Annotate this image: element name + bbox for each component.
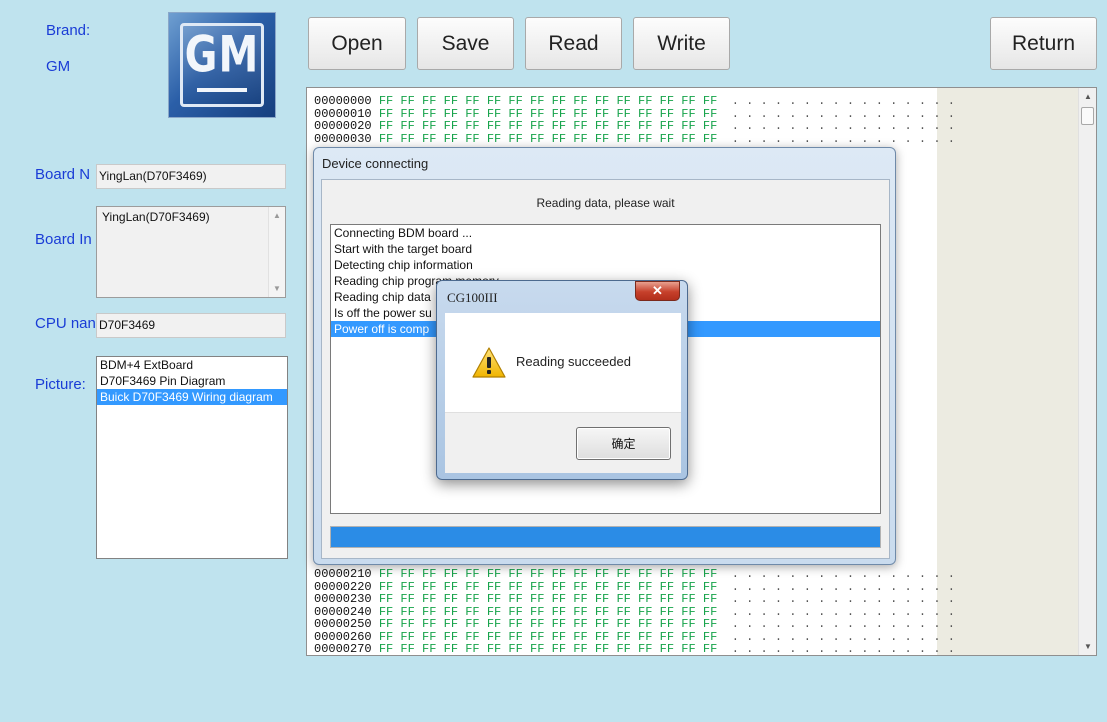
logo-underline — [197, 88, 247, 92]
progress-bar — [330, 526, 881, 548]
hex-address: 00000030 — [314, 131, 372, 146]
hex-scrollbar[interactable]: ▲ ▼ — [1078, 88, 1096, 655]
brand-label: Brand: — [46, 22, 91, 39]
gm-logo-icon: GM — [180, 23, 264, 107]
hex-address: 00000270 — [314, 642, 372, 656]
picture-listbox[interactable]: BDM+4 ExtBoard D70F3469 Pin Diagram Buick … — [96, 356, 288, 559]
board-info-scrollbar[interactable]: ▲ ▼ — [268, 207, 285, 297]
ok-button[interactable]: 确定 — [576, 427, 671, 460]
board-name-field[interactable]: YingLan(D70F3469) — [96, 164, 286, 189]
close-icon: ✕ — [652, 283, 663, 298]
open-button[interactable]: Open — [308, 17, 406, 70]
board-info-textarea[interactable]: YingLan(D70F3469) ▲ ▼ — [96, 206, 286, 298]
hex-empty-area — [937, 88, 1078, 655]
message-box-title: CG100III — [447, 290, 498, 305]
save-button[interactable]: Save — [417, 17, 514, 70]
cpu-name-field[interactable]: D70F3469 — [96, 313, 286, 338]
picture-list-item[interactable]: D70F3469 Pin Diagram — [97, 373, 287, 389]
hex-row: 00000030 FF FF FF FF FF FF FF FF FF FF F… — [314, 131, 955, 146]
scroll-up-icon[interactable]: ▲ — [1084, 92, 1092, 101]
log-line[interactable]: Connecting BDM board ... — [331, 225, 880, 241]
warning-icon — [472, 347, 506, 378]
return-button[interactable]: Return — [990, 17, 1097, 70]
status-message: Reading data, please wait — [536, 196, 675, 210]
message-footer: 确定 — [445, 412, 681, 473]
write-button[interactable]: Write — [633, 17, 730, 70]
picture-label: Picture: — [35, 376, 86, 393]
scroll-thumb[interactable] — [1081, 107, 1094, 125]
scroll-down-icon[interactable]: ▼ — [1084, 642, 1092, 651]
cpu-name-label: CPU nan — [35, 315, 96, 332]
read-button[interactable]: Read — [525, 17, 622, 70]
message-box: CG100III ✕ Reading succeeded 确定 — [436, 280, 688, 480]
hex-row: 00000270 FF FF FF FF FF FF FF FF FF FF F… — [314, 642, 955, 656]
log-line[interactable]: Detecting chip information — [331, 257, 880, 273]
picture-list-item[interactable]: BDM+4 ExtBoard — [97, 357, 287, 373]
message-body: Reading succeeded — [445, 313, 681, 412]
board-info-text: YingLan(D70F3469) — [102, 210, 210, 224]
hex-ascii: . . . . . . . . . . . . . . . . — [731, 131, 955, 146]
scroll-up-icon[interactable]: ▲ — [273, 211, 281, 220]
picture-list-item[interactable]: Buick D70F3469 Wiring diagram — [97, 389, 287, 405]
log-line[interactable]: Start with the target board — [331, 241, 880, 257]
close-button[interactable]: ✕ — [635, 281, 680, 301]
brand-logo: GM — [168, 12, 276, 118]
hex-bytes: FF FF FF FF FF FF FF FF FF FF FF FF FF F… — [378, 131, 718, 146]
board-name-label: Board N — [35, 166, 91, 183]
message-text: Reading succeeded — [516, 354, 631, 369]
brand-value: GM — [46, 58, 71, 75]
hex-bottom-rows: 00000210 FF FF FF FF FF FF FF FF FF FF F… — [314, 568, 955, 656]
logo-text: GM — [184, 26, 260, 84]
dialog-title: Device connecting — [322, 156, 429, 171]
board-info-label: Board In — [35, 231, 92, 248]
hex-bytes: FF FF FF FF FF FF FF FF FF FF FF FF FF F… — [378, 642, 718, 656]
hex-top-rows: 00000000 FF FF FF FF FF FF FF FF FF FF F… — [314, 95, 955, 145]
progress-fill — [331, 527, 880, 547]
hex-ascii: . . . . . . . . . . . . . . . . — [731, 642, 955, 656]
scroll-down-icon[interactable]: ▼ — [273, 284, 281, 293]
